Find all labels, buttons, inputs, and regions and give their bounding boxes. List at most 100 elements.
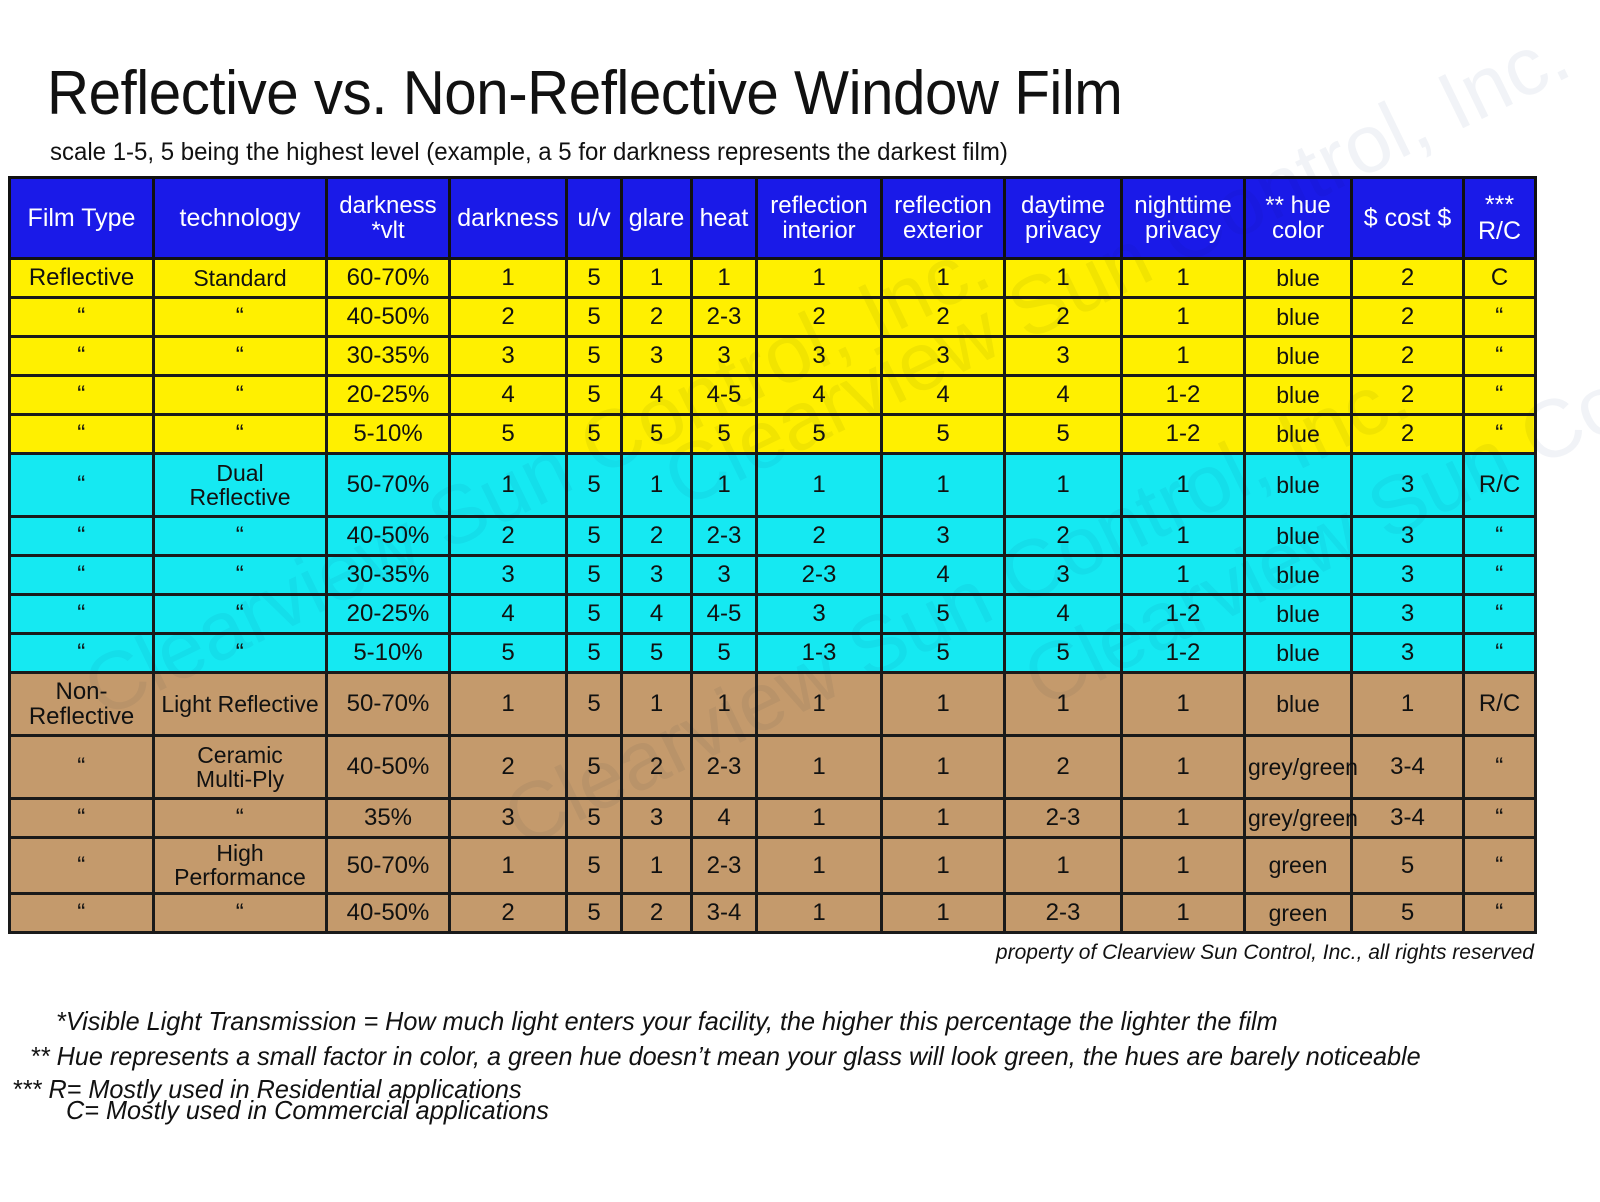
cell-line: “ (1495, 561, 1504, 589)
column-header-line: daytime (1020, 191, 1106, 219)
cell-value: 3 (620, 335, 693, 377)
cell-technology: “ (152, 374, 328, 416)
cell-line: blue (1276, 264, 1320, 291)
column-header-line: ** hue (1265, 191, 1331, 219)
cell-value: 5 (565, 554, 623, 596)
cell-value: blue (1243, 554, 1353, 596)
column-header-line: interior (782, 217, 856, 244)
cell-line: 3 (1400, 639, 1415, 667)
copyright-notice: property of Clearview Sun Control, Inc.,… (995, 941, 1534, 964)
cell-film-type: “ (8, 632, 155, 674)
table-row: “ “ 5-10% 5 5 5 5 1-3 5 5 1-2 blue 3 “ (8, 632, 1537, 674)
cell-technology: “ (152, 593, 328, 635)
cell-value: 5 (565, 797, 623, 839)
cell-line: 3 (717, 561, 731, 589)
cell-line: 5 (587, 522, 601, 550)
cell-value: C (1462, 257, 1537, 299)
cell-value: blue (1243, 374, 1353, 416)
column-header-10: daytime privacy (1003, 176, 1123, 260)
cell-line: 5 (587, 899, 601, 927)
cell-value: 1 (1120, 335, 1246, 377)
cell-value: 2 (448, 734, 568, 800)
cell-value: 5 (620, 413, 693, 455)
cell-value: “ (1462, 335, 1537, 377)
cell-value: 5 (620, 632, 693, 674)
column-header-7: heat (690, 176, 758, 260)
cell-value: 2 (620, 891, 693, 934)
table-header-row: Film Type technology darkness *vlt darkness u… (8, 176, 1537, 260)
cell-line: 1 (717, 471, 731, 499)
cell-value: 1 (620, 452, 693, 518)
cell-line: 50-70% (346, 471, 430, 499)
cell-line: 3 (501, 342, 515, 370)
cell-line: 1 (1176, 804, 1190, 832)
cell-value: 5 (1350, 891, 1465, 934)
cell-line: 40-50% (346, 753, 430, 781)
cell-line: blue (1276, 522, 1320, 549)
cell-technology: “ (152, 797, 328, 839)
cell-darkness-vlt: 40-50% (325, 515, 451, 557)
cell-film-type: Non- Reflective (8, 671, 155, 737)
cell-line: 3 (1056, 342, 1070, 370)
cell-darkness-vlt: 40-50% (325, 891, 451, 934)
cell-line: 1-2 (1165, 420, 1201, 448)
cell-line: blue (1276, 561, 1320, 588)
cell-value: blue (1243, 257, 1353, 299)
column-header-2: technology (152, 176, 328, 260)
cell-value: 3 (690, 335, 758, 377)
cell-value: 5 (448, 413, 568, 455)
cell-value: 1 (620, 836, 693, 895)
cell-value: 3 (448, 554, 568, 596)
cell-line: 4 (717, 804, 731, 832)
column-header-line: *** (1484, 190, 1515, 219)
cell-line: 2 (649, 899, 664, 927)
cell-line: 2 (501, 522, 515, 550)
cell-value: 4-5 (690, 374, 758, 416)
cell-line: “ (1495, 381, 1504, 409)
cell-line: 3 (1400, 471, 1415, 499)
cell-value: 2 (1350, 296, 1465, 338)
cell-line: 1 (717, 690, 731, 718)
cell-line: Reflective (28, 703, 135, 730)
cell-line: 1-2 (1165, 381, 1201, 409)
cell-value: 1 (690, 452, 758, 518)
cell-line: 5 (587, 639, 601, 667)
cell-value: 1 (1003, 257, 1123, 299)
cell-line: 2 (1400, 342, 1415, 370)
cell-value: blue (1243, 335, 1353, 377)
cell-line: 1 (1176, 561, 1190, 589)
cell-value: 2 (448, 515, 568, 557)
cell-line: 5 (1056, 420, 1070, 448)
cell-value: 3-4 (1350, 734, 1465, 800)
cell-line: 3 (812, 600, 826, 628)
cell-line: 5 (587, 342, 601, 370)
column-header-line: reflection (894, 191, 992, 219)
cell-value: 1 (1120, 797, 1246, 839)
cell-darkness-vlt: 35% (325, 797, 451, 839)
cell-line: 1 (501, 851, 515, 879)
cell-value: 5 (565, 413, 623, 455)
cell-line: 1 (812, 899, 826, 927)
cell-line: R/C (1478, 690, 1521, 718)
cell-film-type: “ (8, 452, 155, 518)
cell-line: 1-3 (801, 639, 837, 667)
cell-line: “ (1495, 303, 1504, 331)
cell-line: blue (1276, 600, 1320, 627)
cell-value: 4 (448, 374, 568, 416)
cell-line: 1 (1056, 851, 1070, 879)
cell-darkness-vlt: 40-50% (325, 734, 451, 800)
cell-line: 2 (812, 303, 826, 331)
cell-value: 5 (1003, 632, 1123, 674)
cell-line: 5 (587, 561, 601, 589)
cell-value: 2 (620, 734, 693, 800)
cell-line: “ (1495, 420, 1504, 448)
cell-value: 2 (448, 891, 568, 934)
cell-line: 3 (936, 522, 950, 550)
cell-line: grey/green (1248, 753, 1358, 780)
cell-value: 1-2 (1120, 374, 1246, 416)
cell-line: 4 (649, 381, 664, 409)
cell-value: blue (1243, 452, 1353, 518)
cell-line: “ (1495, 851, 1504, 879)
cell-value: 1 (1003, 671, 1123, 737)
cell-value: 1-2 (1120, 593, 1246, 635)
